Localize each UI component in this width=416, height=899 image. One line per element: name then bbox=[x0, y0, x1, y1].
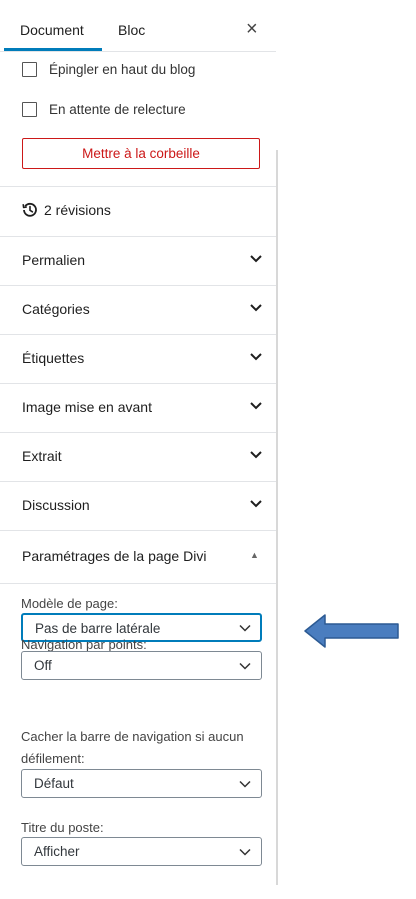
dot-nav-select[interactable]: Off bbox=[21, 651, 262, 680]
panel-featured-image[interactable]: Image mise en avant bbox=[0, 383, 276, 432]
hide-nav-label-line1: Cacher la barre de navigation si aucun bbox=[21, 729, 244, 744]
page-template-label: Modèle de page: bbox=[21, 596, 118, 611]
divider bbox=[0, 583, 276, 584]
chevron-down-icon bbox=[239, 662, 251, 670]
chevron-down-icon bbox=[239, 624, 251, 632]
pending-review-option: En attente de relecture bbox=[22, 99, 186, 119]
pending-review-label: En attente de relecture bbox=[49, 101, 186, 117]
page-template-value: Pas de barre latérale bbox=[35, 621, 161, 636]
tab-document[interactable]: Document bbox=[20, 22, 84, 38]
chevron-down-icon bbox=[250, 451, 262, 459]
dot-nav-value: Off bbox=[34, 658, 52, 673]
sticky-checkbox[interactable] bbox=[22, 61, 37, 77]
sticky-option: Épingler en haut du blog bbox=[22, 59, 195, 79]
sidebar-tabs: Document Bloc × bbox=[0, 0, 276, 52]
post-title-value: Afficher bbox=[34, 844, 80, 859]
chevron-down-icon bbox=[239, 848, 251, 856]
panel-title: Permalien bbox=[22, 252, 86, 268]
panel-title: Paramétrages de la page Divi bbox=[22, 548, 207, 564]
divider bbox=[0, 530, 276, 531]
chevron-down-icon bbox=[239, 780, 251, 788]
chevron-down-icon bbox=[250, 500, 262, 508]
chevron-down-icon bbox=[250, 353, 262, 361]
revisions-label: 2 révisions bbox=[44, 202, 111, 218]
tab-bloc[interactable]: Bloc bbox=[118, 22, 145, 38]
post-title-label: Titre du poste: bbox=[21, 820, 104, 835]
chevron-down-icon bbox=[250, 255, 262, 263]
panel-title: Image mise en avant bbox=[22, 399, 152, 415]
active-tab-indicator bbox=[4, 48, 102, 51]
panel-excerpt[interactable]: Extrait bbox=[0, 432, 276, 481]
panel-tags[interactable]: Étiquettes bbox=[0, 334, 276, 383]
left-arrow-annotation bbox=[304, 614, 399, 648]
chevron-down-icon bbox=[250, 304, 262, 312]
post-title-select[interactable]: Afficher bbox=[21, 837, 262, 866]
caret-up-icon: ▲ bbox=[250, 550, 259, 560]
move-to-trash-button[interactable]: Mettre à la corbeille bbox=[22, 138, 260, 169]
panel-title: Étiquettes bbox=[22, 350, 85, 366]
panel-categories[interactable]: Catégories bbox=[0, 285, 276, 334]
revisions-icon bbox=[22, 202, 37, 217]
hide-nav-value: Défaut bbox=[34, 776, 74, 791]
panel-permalink[interactable]: Permalien bbox=[0, 236, 276, 285]
dot-nav-label: Navigation par points: bbox=[21, 637, 147, 652]
pending-review-checkbox[interactable] bbox=[22, 101, 37, 117]
settings-sidebar: Document Bloc × Épingler en haut du blog… bbox=[0, 0, 282, 885]
divider bbox=[0, 186, 276, 187]
panel-discussion[interactable]: Discussion bbox=[0, 481, 276, 530]
revisions-link[interactable]: 2 révisions bbox=[22, 202, 111, 218]
hide-nav-select[interactable]: Défaut bbox=[21, 769, 262, 798]
panel-divi-settings[interactable]: Paramétrages de la page Divi ▲ bbox=[0, 532, 276, 581]
hide-nav-label-line2: défilement: bbox=[21, 751, 85, 766]
panel-title: Discussion bbox=[22, 497, 90, 513]
panel-title: Catégories bbox=[22, 301, 90, 317]
close-icon[interactable]: × bbox=[246, 17, 258, 41]
chevron-down-icon bbox=[250, 402, 262, 410]
sidebar-scrollbar-edge bbox=[276, 150, 278, 885]
panel-title: Extrait bbox=[22, 448, 62, 464]
sticky-label: Épingler en haut du blog bbox=[49, 61, 196, 77]
